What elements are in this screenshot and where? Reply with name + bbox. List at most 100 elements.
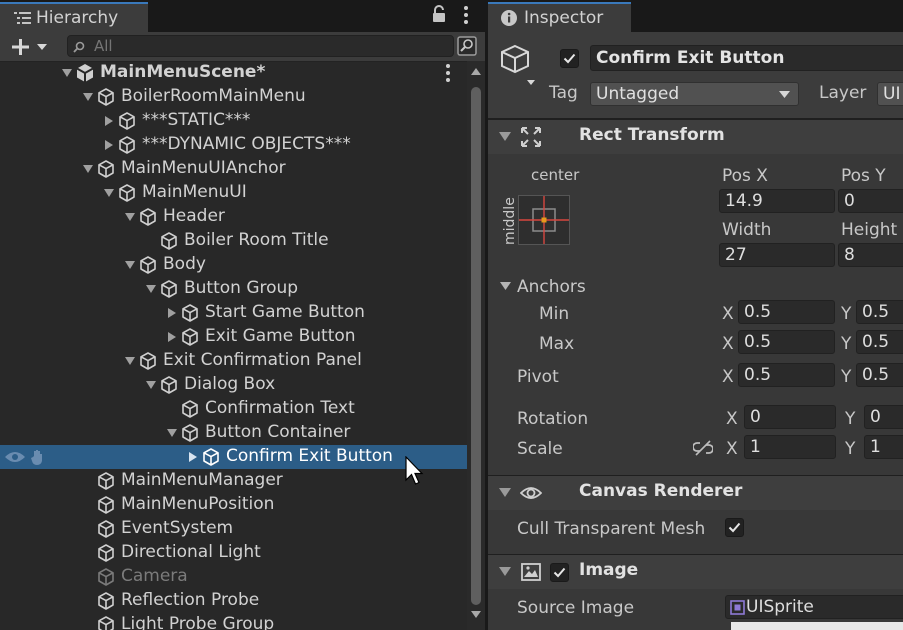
rect-transform-header[interactable]: Rect Transform [488, 119, 903, 154]
width-field[interactable]: 27 [719, 243, 835, 267]
foldout-arrow-icon[interactable] [499, 488, 511, 498]
pivot-x-field[interactable]: 0.5 [738, 363, 835, 387]
tree-row[interactable]: Reflection Probe [0, 589, 467, 613]
anchor-max-y-field[interactable]: 0.5 [856, 330, 903, 354]
scale-y-field[interactable]: 1 [864, 435, 903, 459]
active-checkbox[interactable] [560, 49, 579, 68]
canvas-renderer-header[interactable]: Canvas Renderer [488, 475, 903, 510]
tree-row[interactable]: Confirmation Text [0, 397, 467, 421]
foldout-arrow-icon[interactable] [499, 132, 511, 142]
anchor-min-y-field[interactable]: 0.5 [856, 300, 903, 324]
scroll-up-icon[interactable] [470, 66, 482, 76]
foldout-arrow-icon[interactable] [499, 567, 511, 577]
tree-row[interactable]: Confirm Exit Button [0, 445, 467, 469]
hierarchy-menu-icon[interactable] [463, 6, 469, 24]
pickable-hand-icon[interactable] [30, 448, 48, 466]
pos-y-value: 0 [844, 191, 855, 211]
create-dropdown-button[interactable] [8, 36, 52, 58]
tree-item-label: Confirm Exit Button [226, 446, 393, 466]
image-header[interactable]: Image [488, 554, 903, 589]
gameobject-icon [119, 112, 135, 130]
sprite-icon [730, 600, 745, 615]
tree-row[interactable]: MainMenuPosition [0, 493, 467, 517]
tree-row[interactable]: Body [0, 253, 467, 277]
tree-row[interactable]: Exit Game Button [0, 325, 467, 349]
tree-row[interactable]: Boiler Room Title [0, 229, 467, 253]
foldout-collapsed-icon[interactable] [166, 307, 178, 319]
foldout-expanded-icon[interactable] [124, 355, 136, 367]
anchor-presets-button[interactable] [518, 195, 570, 245]
rotation-y-field[interactable]: 0 [864, 405, 903, 429]
object-name-value: Confirm Exit Button [596, 48, 785, 68]
lock-icon[interactable] [431, 5, 447, 23]
tree-row[interactable]: ***STATIC*** [0, 109, 467, 133]
tree-row[interactable]: ***DYNAMIC OBJECTS*** [0, 133, 467, 157]
height-field[interactable]: 8 [838, 243, 903, 267]
foldout-expanded-icon[interactable] [124, 211, 136, 223]
foldout-expanded-icon[interactable] [61, 67, 73, 79]
tree-row[interactable]: Camera [0, 565, 467, 589]
tree-row[interactable]: Header [0, 205, 467, 229]
tree-row[interactable]: BoilerRoomMainMenu [0, 85, 467, 109]
layer-dropdown[interactable]: UI [877, 82, 903, 106]
tree-row[interactable]: MainMenuUIAnchor [0, 157, 467, 181]
tab-hierarchy[interactable]: Hierarchy [0, 2, 148, 32]
tree-row[interactable]: MainMenuUI [0, 181, 467, 205]
foldout-expanded-icon[interactable] [145, 379, 157, 391]
foldout-expanded-icon[interactable] [166, 427, 178, 439]
scroll-down-icon[interactable] [470, 610, 482, 620]
tab-inspector[interactable]: Inspector [488, 2, 631, 32]
foldout-collapsed-icon[interactable] [103, 139, 115, 151]
gameobject-icon [140, 208, 156, 226]
foldout-expanded-icon[interactable] [82, 91, 94, 103]
anchor-max-x-field[interactable]: 0.5 [738, 330, 835, 354]
tree-row[interactable]: Button Group [0, 277, 467, 301]
inspector-tab-label: Inspector [524, 8, 604, 28]
anchor-min-x-field[interactable]: 0.5 [738, 300, 835, 324]
foldout-expanded-icon[interactable] [124, 259, 136, 271]
rotation-x-field[interactable]: 0 [744, 405, 836, 429]
foldout-expanded-icon[interactable] [103, 187, 115, 199]
object-name-field[interactable]: Confirm Exit Button [590, 45, 903, 71]
foldout-collapsed-icon[interactable] [187, 451, 199, 463]
foldout-expanded-icon[interactable] [82, 163, 94, 175]
foldout-collapsed-icon[interactable] [103, 115, 115, 127]
foldout-expanded-icon[interactable] [145, 283, 157, 295]
pos-x-field[interactable]: 14.9 [719, 189, 835, 213]
foldout-collapsed-icon[interactable] [166, 331, 178, 343]
hierarchy-search[interactable] [67, 35, 454, 57]
rotation-y-label: Y [845, 409, 856, 429]
tree-item-label: Boiler Room Title [184, 230, 329, 250]
search-input[interactable] [94, 37, 434, 55]
tree-row[interactable]: Light Probe Group [0, 613, 467, 630]
anchors-foldout-icon[interactable] [500, 282, 511, 291]
source-image-field[interactable]: UISprite [725, 595, 903, 619]
min-x-label: X [722, 304, 734, 324]
constrain-proportions-icon[interactable] [693, 440, 713, 456]
gameobject-icon [203, 448, 219, 466]
tree-row[interactable]: EventSystem [0, 517, 467, 541]
rect-transform-icon [521, 127, 541, 147]
tree-row[interactable]: Directional Light [0, 541, 467, 565]
scrollbar-thumb[interactable] [471, 87, 481, 605]
scene-menu-icon[interactable] [445, 64, 451, 82]
tree-row[interactable]: Exit Confirmation Panel [0, 349, 467, 373]
eye-icon [520, 487, 542, 499]
tree-row[interactable]: Dialog Box [0, 373, 467, 397]
visibility-eye-icon[interactable] [4, 450, 26, 464]
hierarchy-scrollbar[interactable] [467, 61, 485, 630]
tree-row[interactable]: MainMenuManager [0, 469, 467, 493]
image-enabled-checkbox[interactable] [550, 563, 569, 582]
max-y-label: Y [841, 334, 852, 354]
pos-y-field[interactable]: 0 [838, 189, 903, 213]
scene-search-icon[interactable] [457, 36, 477, 56]
tag-dropdown[interactable]: Untagged [590, 82, 799, 106]
tree-row[interactable]: Button Container [0, 421, 467, 445]
scale-x-field[interactable]: 1 [744, 435, 836, 459]
gameobject-icon [182, 328, 198, 346]
pivot-y-field[interactable]: 0.5 [856, 363, 903, 387]
gameobject-icon[interactable] [498, 42, 542, 88]
scene-row[interactable]: MainMenuScene* [0, 61, 467, 85]
tree-row[interactable]: Start Game Button [0, 301, 467, 325]
cull-transparent-mesh-checkbox[interactable] [725, 518, 744, 537]
